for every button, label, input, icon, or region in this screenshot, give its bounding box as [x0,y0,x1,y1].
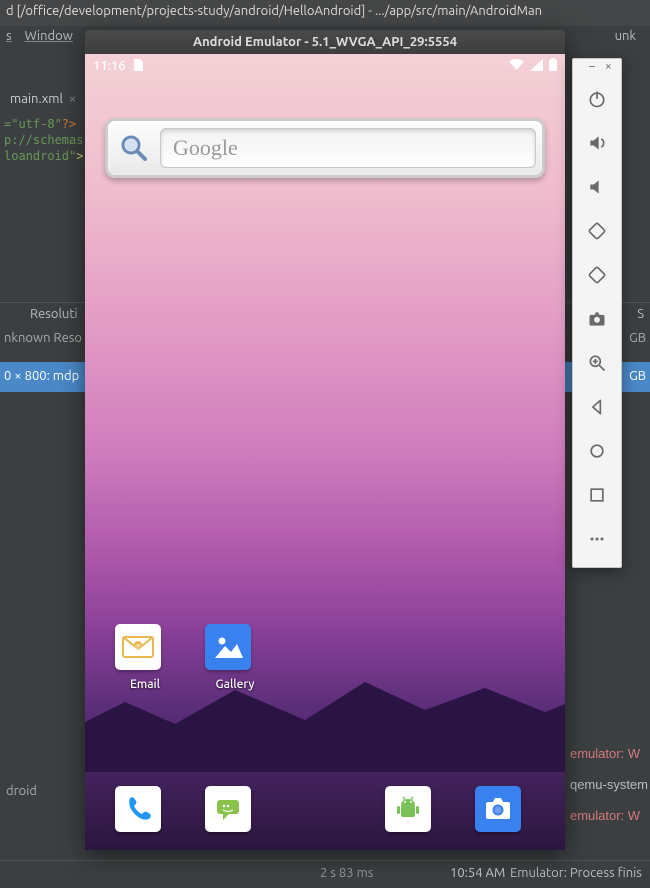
android-icon [385,786,431,832]
row-fragment: GB [625,369,646,383]
more-button[interactable] [573,517,621,561]
emulator-window: Android Emulator - 5.1_WVGA_API_29:5554 … [85,30,565,850]
android-home-screen[interactable]: 11:16 Google [85,54,565,850]
overview-button[interactable] [573,473,621,517]
rotate-right-button[interactable] [573,253,621,297]
status-time: 10:54 AM [450,866,505,880]
phone-icon [115,786,161,832]
dock-camera[interactable] [475,786,535,832]
dock-phone[interactable] [115,786,175,832]
back-button[interactable] [573,385,621,429]
emulator-title: Android Emulator - 5.1_WVGA_API_29:5554 [85,30,565,54]
log-line: qemu-system [570,777,648,792]
email-icon: @ [115,624,161,670]
home-button[interactable] [573,429,621,473]
rotate-left-button[interactable] [573,209,621,253]
build-duration: 2 s 83 ms [320,866,373,880]
code-fragment: ="utf-8"?> p://schemas. loandroid"> [0,114,95,166]
app-gallery[interactable]: Gallery [205,624,265,691]
log-line: emulator: W [570,746,648,761]
row-fragment: GB [629,331,646,345]
panel-header-left: Resoluti [30,307,78,321]
search-placeholder: Google [173,135,238,161]
camera-icon [475,786,521,832]
menu-item[interactable]: s [6,29,12,43]
zoom-button[interactable] [573,341,621,385]
menu-fragment: unk [615,29,636,43]
sim-icon [132,59,144,74]
status-message: Emulator: Process finis [510,866,642,880]
minimize-button[interactable]: – [589,62,599,72]
android-status-bar: 11:16 [93,58,557,74]
svg-text:@: @ [135,643,141,650]
emulator-toolbar: – × [572,58,622,568]
log-line: emulator: W [570,808,648,823]
gallery-icon [205,624,251,670]
row-fragment: nknown Reso [4,331,82,345]
close-button[interactable]: × [605,62,615,72]
app-label: Email [115,678,175,691]
dock-android[interactable] [385,786,445,832]
volume-down-button[interactable] [573,165,621,209]
menu-item-window[interactable]: Window [25,29,73,43]
google-search-widget[interactable]: Google [105,118,545,178]
volume-up-button[interactable] [573,121,621,165]
row-fragment: 0 × 800: mdp [4,369,79,383]
ide-window-title: d [/office/development/projects-study/an… [0,0,650,26]
messages-icon [205,786,251,832]
clock: 11:16 [93,59,126,73]
power-button[interactable] [573,77,621,121]
panel-header-right: S [637,307,644,321]
status-bar: 2 s 83 ms 10:54 AM Emulator: Process fin… [0,860,650,888]
screenshot-button[interactable] [573,297,621,341]
editor-tab[interactable]: main.xml × [0,88,86,114]
battery-icon [549,58,557,74]
wifi-icon [509,59,524,74]
search-input[interactable]: Google [160,128,536,168]
editor-tab-label: main.xml [10,92,63,106]
close-icon[interactable]: × [69,92,76,106]
search-icon[interactable] [114,128,154,168]
app-email[interactable]: @ Email [115,624,175,691]
signal-icon [530,59,543,74]
dock-messages[interactable] [205,786,265,832]
app-label: Gallery [205,678,265,691]
